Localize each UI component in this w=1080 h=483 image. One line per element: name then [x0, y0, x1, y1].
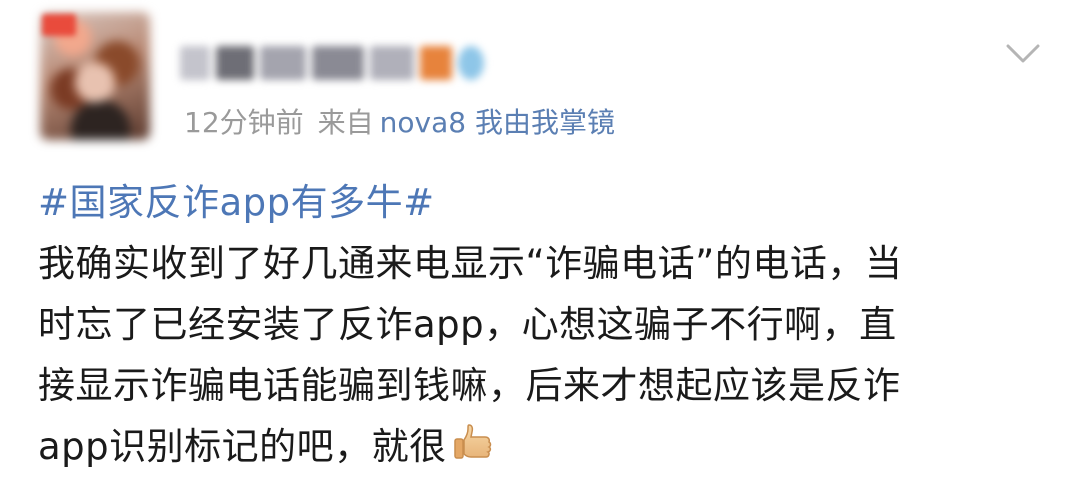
username-blurred[interactable]: [180, 36, 484, 90]
thumbs-up-icon: [451, 421, 495, 465]
blurred-char: [370, 46, 414, 80]
content-line: 我确实收到了好几通来电显示“诈骗电话”的电话，当: [38, 242, 903, 285]
user-badge-icon: [420, 46, 452, 80]
source-prefix: 来自: [317, 106, 374, 139]
hashtag-link[interactable]: #国家反诈app有多牛#: [38, 172, 1048, 233]
post-time: 12分钟前: [184, 106, 304, 139]
weibo-post: 12分钟前 来自 nova8 我由我掌镜 #国家反诈app有多牛# 我确实收到了好几…: [0, 0, 1080, 479]
chevron-down-icon[interactable]: [1004, 38, 1042, 70]
post-meta: 12分钟前 来自 nova8 我由我掌镜: [184, 103, 615, 143]
blurred-char: [260, 46, 306, 80]
post-content: #国家反诈app有多牛# 我确实收到了好几通来电显示“诈骗电话”的电话，当 时忘…: [38, 172, 1048, 477]
blurred-char: [180, 46, 210, 80]
blurred-char: [216, 46, 254, 80]
post-source-link[interactable]: nova8 我由我掌镜: [380, 106, 615, 139]
content-line-last: app识别标记的吧，就很: [38, 416, 1048, 477]
content-line: 接显示诈骗电话能骗到钱嘛，后来才想起应该是反诈: [38, 364, 901, 407]
content-line: app识别标记的吧，就很: [38, 425, 447, 468]
content-line: 时忘了已经安装了反诈app，心想这骗子不行啊，直: [38, 303, 897, 346]
vip-icon: [458, 46, 484, 80]
avatar-badge: [42, 14, 76, 36]
blurred-char: [312, 46, 364, 80]
